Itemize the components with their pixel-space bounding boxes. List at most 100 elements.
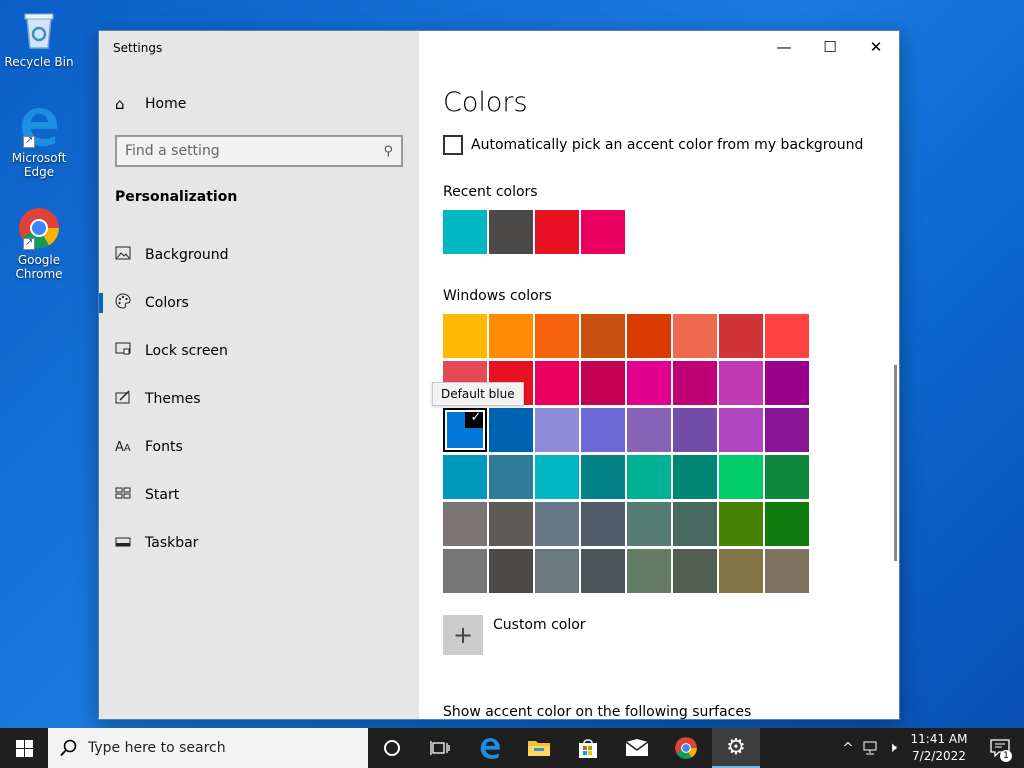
chevron-up-icon[interactable]: ^: [838, 741, 858, 756]
desktop-icon-recycle-bin[interactable]: Recycle Bin: [4, 8, 74, 69]
windows-color-swatch[interactable]: [535, 549, 579, 593]
windows-color-swatch[interactable]: [489, 502, 533, 546]
taskbar-edge[interactable]: [466, 728, 514, 768]
edge-icon: [480, 738, 500, 759]
windows-color-swatch[interactable]: [581, 455, 625, 499]
windows-color-swatch[interactable]: [535, 455, 579, 499]
taskbar-settings[interactable]: ⚙: [712, 728, 760, 768]
themes-icon: [115, 390, 145, 408]
windows-color-swatch[interactable]: [765, 455, 809, 499]
windows-color-swatch[interactable]: [719, 314, 763, 358]
windows-color-swatch[interactable]: [443, 502, 487, 546]
volume-icon[interactable]: 🕨: [888, 740, 897, 756]
sidebar-item-lock-screen[interactable]: Lock screen: [99, 327, 419, 375]
windows-color-swatch[interactable]: [489, 408, 533, 452]
windows-color-swatch[interactable]: [535, 314, 579, 358]
windows-color-swatch[interactable]: [765, 408, 809, 452]
taskbar-store[interactable]: [564, 728, 612, 768]
windows-color-swatch[interactable]: [673, 314, 717, 358]
windows-color-swatch[interactable]: [627, 361, 671, 405]
taskbar-search-input[interactable]: [88, 740, 368, 756]
windows-color-swatch[interactable]: [627, 314, 671, 358]
minimize-button[interactable]: —: [761, 31, 807, 63]
recent-color-swatch[interactable]: [535, 210, 579, 254]
windows-color-swatch[interactable]: [581, 361, 625, 405]
windows-color-swatch[interactable]: [673, 408, 717, 452]
windows-color-swatch[interactable]: [581, 502, 625, 546]
system-tray: ^ 🕨: [838, 728, 897, 768]
maximize-icon: ☐: [823, 38, 837, 56]
recent-color-swatch[interactable]: [489, 210, 533, 254]
custom-color-button[interactable]: +: [443, 615, 483, 655]
find-setting-input[interactable]: [125, 143, 384, 159]
start-button[interactable]: [0, 728, 48, 768]
windows-color-swatch[interactable]: [673, 455, 717, 499]
maximize-button[interactable]: ☐: [807, 31, 853, 63]
sidebar-item-background[interactable]: Background: [99, 231, 419, 279]
desktop-icon-edge[interactable]: Microsoft Edge: [4, 104, 74, 179]
action-center-button[interactable]: 1: [976, 728, 1024, 768]
windows-color-swatch[interactable]: [627, 549, 671, 593]
sidebar-item-start[interactable]: Start: [99, 471, 419, 519]
windows-color-swatch[interactable]: [489, 314, 533, 358]
sidebar-item-themes[interactable]: Themes: [99, 375, 419, 423]
find-setting-search[interactable]: ⚲: [115, 135, 403, 167]
fonts-icon: AA: [115, 439, 131, 455]
windows-color-swatch[interactable]: [719, 361, 763, 405]
windows-color-swatch[interactable]: [443, 549, 487, 593]
windows-color-swatch[interactable]: [443, 314, 487, 358]
task-view-button[interactable]: [416, 728, 464, 768]
desktop-icon-label: Recycle Bin: [4, 55, 74, 69]
taskbar-chrome[interactable]: [662, 728, 710, 768]
home-nav-item[interactable]: ⌂ Home: [115, 95, 186, 113]
accent-surfaces-label: Show accent color on the following surfa…: [443, 704, 752, 720]
windows-color-swatch[interactable]: [719, 502, 763, 546]
windows-color-swatch[interactable]: [765, 361, 809, 405]
auto-accent-option[interactable]: Automatically pick an accent color from …: [443, 135, 863, 155]
scrollbar-thumb[interactable]: [894, 365, 897, 561]
windows-color-swatch[interactable]: [627, 502, 671, 546]
windows-color-swatch[interactable]: [719, 455, 763, 499]
windows-color-swatch[interactable]: [489, 549, 533, 593]
taskbar-mail[interactable]: [613, 728, 661, 768]
recent-colors-label: Recent colors: [443, 184, 538, 200]
windows-color-swatch[interactable]: [627, 408, 671, 452]
auto-accent-checkbox[interactable]: [443, 135, 463, 155]
close-button[interactable]: ✕: [853, 31, 899, 63]
colors-page: — ☐ ✕ Colors Automatically pick an accen…: [419, 31, 899, 719]
windows-color-swatch[interactable]: [581, 408, 625, 452]
desktop-icon-label: Microsoft Edge: [11, 151, 67, 179]
close-icon: ✕: [869, 38, 883, 56]
windows-color-swatch[interactable]: [581, 314, 625, 358]
taskbar-clock[interactable]: 11:41 AM 7/2/2022: [906, 731, 972, 765]
recent-color-swatch[interactable]: [581, 210, 625, 254]
windows-color-swatch[interactable]: [719, 549, 763, 593]
windows-color-swatch[interactable]: [673, 502, 717, 546]
desktop-icon-chrome[interactable]: Google Chrome: [4, 206, 74, 281]
windows-color-swatch[interactable]: [489, 455, 533, 499]
sidebar-item-taskbar[interactable]: Taskbar: [99, 519, 419, 567]
windows-color-swatch[interactable]: [765, 502, 809, 546]
windows-color-swatch[interactable]: [627, 455, 671, 499]
taskbar-search[interactable]: [48, 728, 368, 768]
windows-color-swatch[interactable]: ✓: [443, 408, 487, 452]
sidebar-item-fonts[interactable]: AA Fonts: [99, 423, 419, 471]
windows-color-swatch[interactable]: [535, 502, 579, 546]
custom-color-label[interactable]: Custom color: [493, 617, 586, 633]
windows-color-swatch[interactable]: [535, 361, 579, 405]
cortana-button[interactable]: [368, 728, 416, 768]
windows-color-swatch[interactable]: [673, 361, 717, 405]
network-icon[interactable]: [862, 740, 882, 756]
windows-color-swatch[interactable]: [765, 314, 809, 358]
windows-color-swatch[interactable]: [719, 408, 763, 452]
recent-color-swatch[interactable]: [443, 210, 487, 254]
windows-color-swatch[interactable]: [581, 549, 625, 593]
sidebar-item-colors[interactable]: Colors: [99, 279, 419, 327]
windows-color-swatch[interactable]: [673, 549, 717, 593]
edge-icon: [17, 104, 61, 148]
taskbar-file-explorer[interactable]: [515, 728, 563, 768]
windows-color-swatch[interactable]: [765, 549, 809, 593]
windows-color-swatch[interactable]: [535, 408, 579, 452]
store-icon: [579, 739, 597, 758]
windows-color-swatch[interactable]: [443, 455, 487, 499]
